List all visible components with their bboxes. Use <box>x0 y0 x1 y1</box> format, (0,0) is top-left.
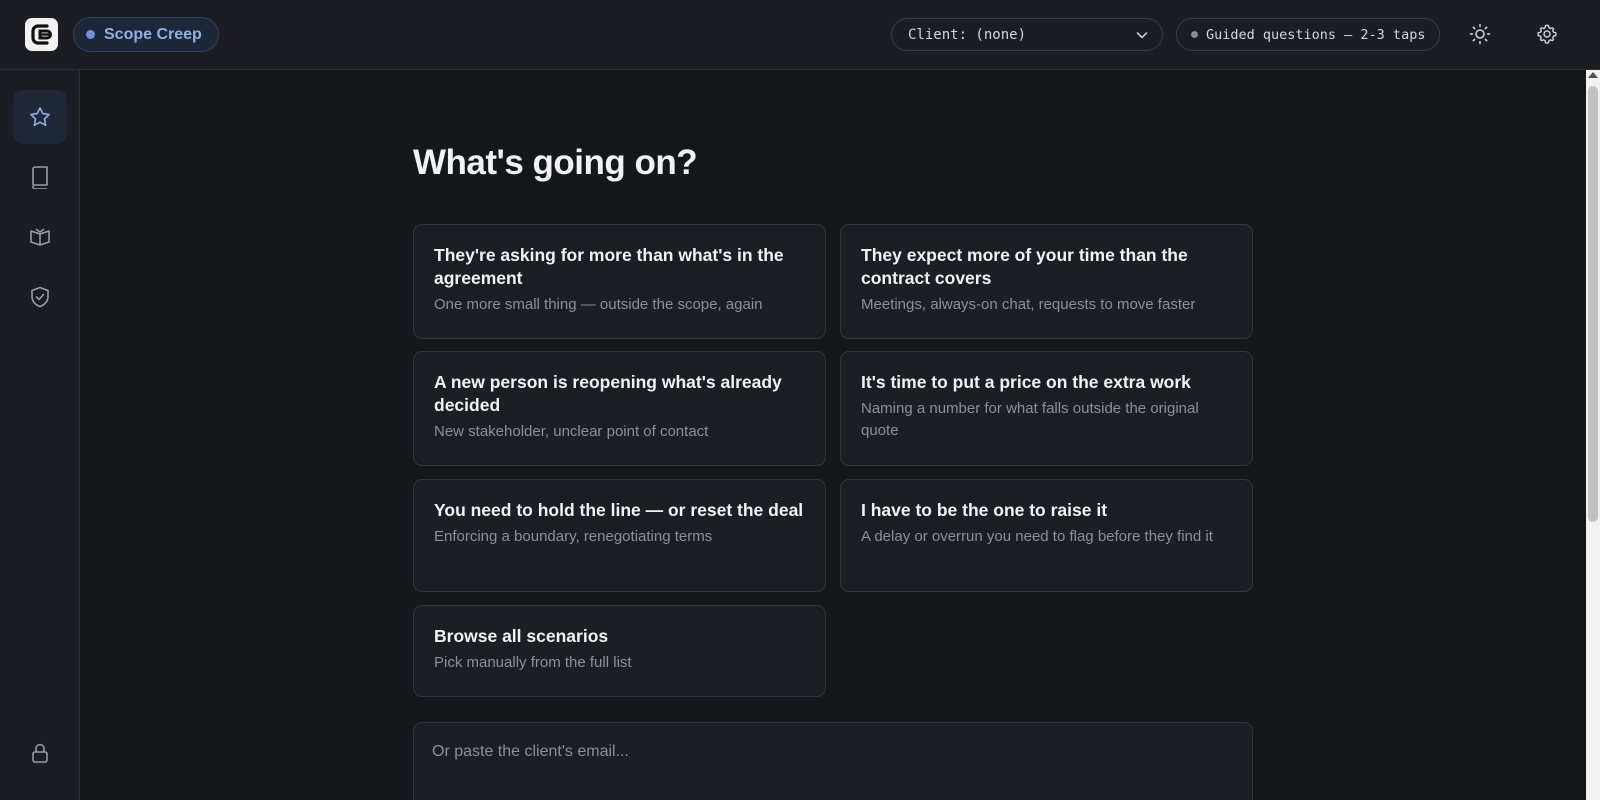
guided-questions-toggle[interactable]: Guided questions — 2-3 taps <box>1176 18 1440 51</box>
card-subtitle: Pick manually from the full list <box>434 654 632 671</box>
scenario-card-scope[interactable]: They're asking for more than what's in t… <box>413 224 826 339</box>
app-logo[interactable] <box>25 18 58 51</box>
guided-status-dot <box>1191 31 1198 38</box>
card-subtitle: Naming a number for what falls outside t… <box>861 400 1199 439</box>
scenario-card-time[interactable]: They expect more of your time than the c… <box>840 224 1253 339</box>
card-subtitle: A delay or overrun you need to flag befo… <box>861 528 1213 545</box>
card-title: You need to hold the line — or reset the… <box>434 500 804 520</box>
client-select[interactable]: Client: (none) <box>891 18 1163 51</box>
scenario-card-pricing[interactable]: It's time to put a price on the extra wo… <box>840 351 1253 466</box>
email-paste-box <box>413 722 1253 800</box>
card-subtitle: New stakeholder, unclear point of contac… <box>434 423 709 440</box>
lock-icon <box>32 743 48 763</box>
scenario-card-raise-it[interactable]: I have to be the one to raise it A delay… <box>840 479 1253 592</box>
card-title: Browse all scenarios <box>434 626 609 646</box>
mode-pill[interactable]: Scope Creep <box>73 17 219 52</box>
logo-icon <box>31 24 52 45</box>
sidebar <box>0 70 80 800</box>
settings-button[interactable] <box>1530 17 1564 51</box>
top-bar: Scope Creep Client: (none) Guided questi… <box>0 0 1600 70</box>
email-paste-input[interactable] <box>432 743 1234 800</box>
star-icon <box>30 107 50 126</box>
sidebar-item-favorites[interactable] <box>13 90 67 144</box>
sidebar-item-security[interactable] <box>13 270 67 324</box>
scrollbar-thumb[interactable] <box>1588 86 1598 522</box>
page-title: What's going on? <box>413 143 698 182</box>
book-icon <box>32 166 48 189</box>
sun-icon <box>1469 23 1491 45</box>
client-select-value: Client: (none) <box>908 26 1027 43</box>
card-title: It's time to put a price on the extra wo… <box>861 372 1191 392</box>
sidebar-item-lock[interactable] <box>13 726 67 780</box>
card-title: I have to be the one to raise it <box>861 500 1108 520</box>
sidebar-item-guides[interactable] <box>13 210 67 264</box>
card-subtitle: Meetings, always-on chat, requests to mo… <box>861 296 1196 313</box>
sidebar-item-library[interactable] <box>13 150 67 204</box>
open-book-icon <box>30 228 50 246</box>
card-title: They're asking for more than what's in t… <box>434 245 784 288</box>
mode-status-dot <box>86 30 95 39</box>
shield-check-icon <box>31 286 49 308</box>
scenario-card-new-person[interactable]: A new person is reopening what's already… <box>413 351 826 466</box>
theme-toggle-button[interactable] <box>1463 17 1497 51</box>
gear-icon <box>1537 24 1557 44</box>
card-subtitle: One more small thing — outside the scope… <box>434 296 763 313</box>
card-subtitle: Enforcing a boundary, renegotiating term… <box>434 528 713 545</box>
card-title: They expect more of your time than the c… <box>861 245 1188 288</box>
browse-all-card[interactable]: Browse all scenarios Pick manually from … <box>413 605 826 697</box>
card-title: A new person is reopening what's already… <box>434 372 782 415</box>
chevron-down-icon <box>1136 32 1148 39</box>
scroll-up-arrow[interactable] <box>1588 72 1598 78</box>
guided-label: Guided questions — 2-3 taps <box>1206 26 1426 43</box>
scenario-card-hold-line[interactable]: You need to hold the line — or reset the… <box>413 479 826 592</box>
mode-label: Scope Creep <box>104 25 202 43</box>
